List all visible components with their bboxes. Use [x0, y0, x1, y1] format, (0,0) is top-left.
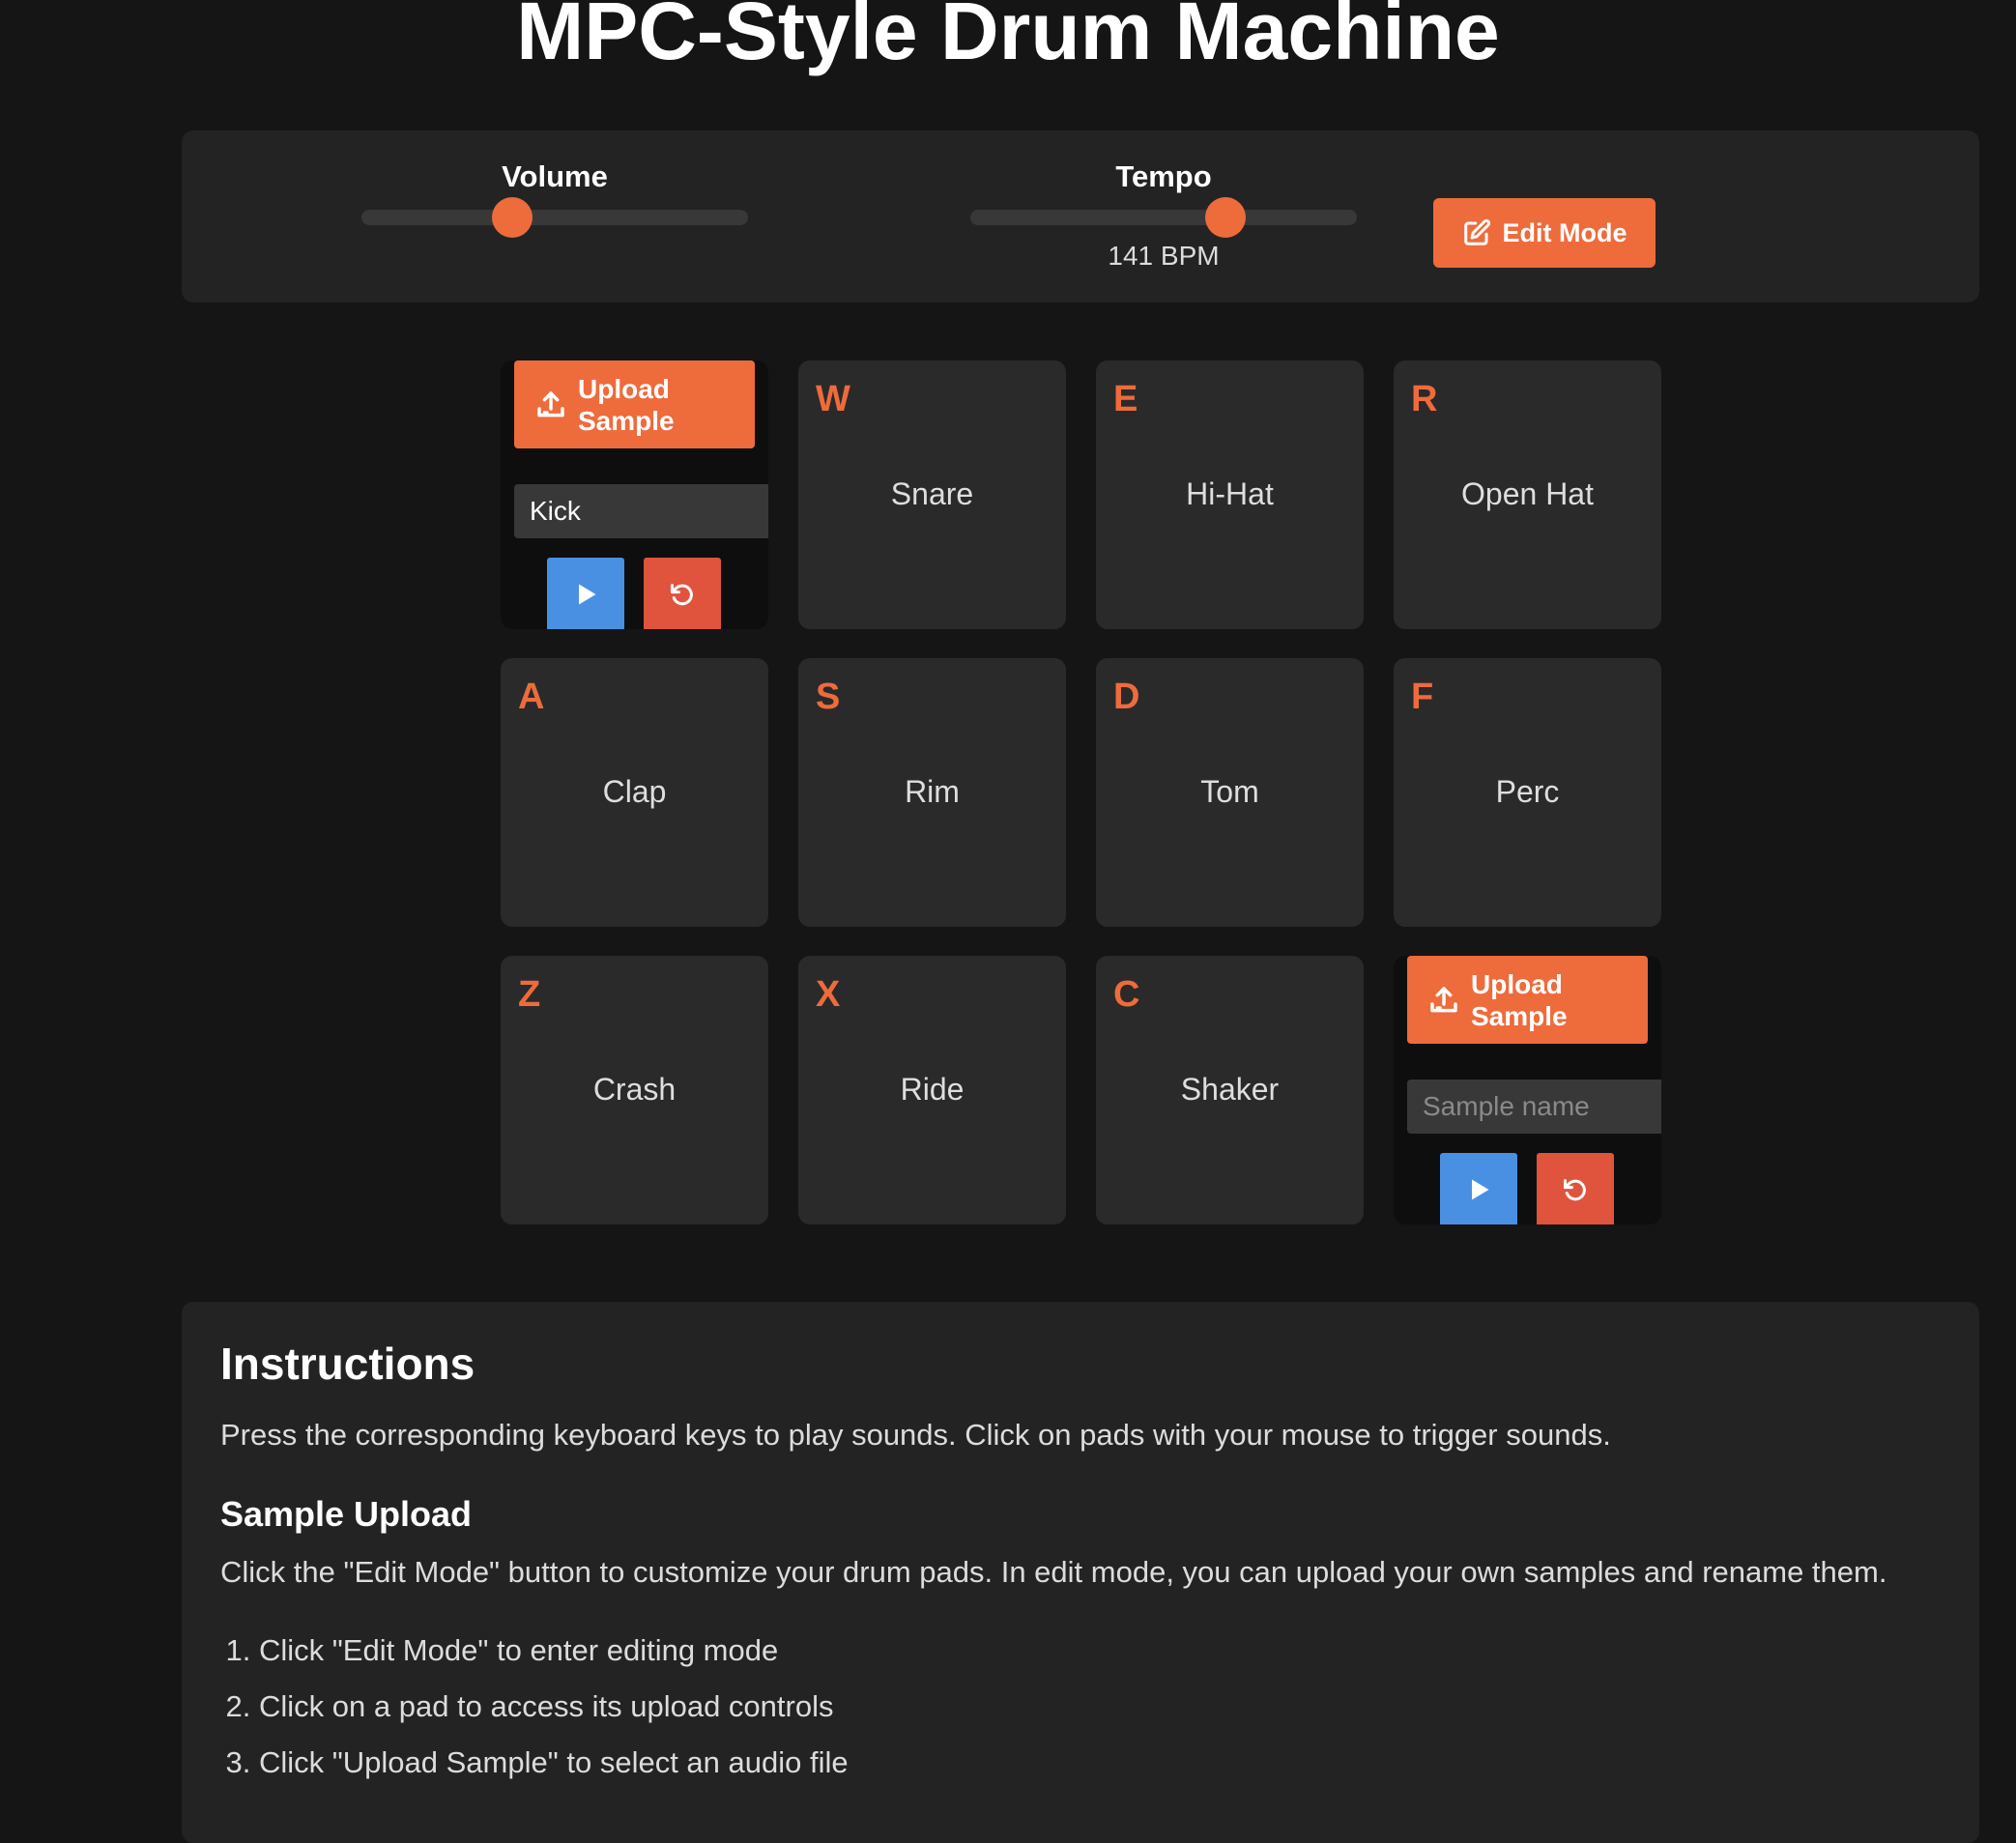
pad-sound-name: Shaker: [1180, 1072, 1280, 1107]
drum-pad-q[interactable]: Upload Sample: [501, 360, 768, 629]
drum-pad-z[interactable]: Z Crash: [501, 956, 768, 1224]
instruction-steps: Click "Edit Mode" to enter editing mode …: [220, 1623, 1941, 1791]
tempo-label: Tempo: [1115, 159, 1212, 193]
pad-sound-name: Open Hat: [1461, 476, 1594, 511]
upload-sample-label: Upload Sample: [578, 373, 675, 436]
instructions-intro: Press the corresponding keyboard keys to…: [220, 1418, 1611, 1452]
volume-control: Volume: [361, 158, 748, 238]
upload-sample-label: Upload Sample: [1471, 968, 1568, 1031]
sample-upload-heading: Sample Upload: [220, 1494, 473, 1534]
play-icon: [579, 584, 596, 605]
upload-sample-button[interactable]: Upload Sample: [1407, 956, 1648, 1044]
drum-pad-s[interactable]: S Rim: [798, 658, 1066, 927]
tempo-slider-thumb[interactable]: [1205, 197, 1246, 238]
upload-sample-button[interactable]: Upload Sample: [514, 360, 755, 448]
pad-sound-name: Perc: [1495, 774, 1560, 809]
pad-key-label: A: [518, 677, 545, 717]
drum-pad-r[interactable]: R Open Hat: [1394, 360, 1661, 629]
drum-pad-a[interactable]: A Clap: [501, 658, 768, 927]
sample-name-input[interactable]: [1407, 1080, 1661, 1134]
undo-icon: [1563, 1179, 1586, 1201]
tempo-slider[interactable]: [970, 197, 1357, 238]
drum-pad-d[interactable]: D Tom: [1096, 658, 1364, 927]
controls-panel: Volume Tempo 141 BPM Edit Mode: [182, 130, 1979, 302]
tempo-value: 141 BPM: [1108, 241, 1220, 271]
preview-play-button[interactable]: [1440, 1153, 1517, 1224]
play-icon: [1472, 1179, 1489, 1200]
volume-slider[interactable]: [361, 197, 748, 238]
preview-play-button[interactable]: [547, 558, 624, 629]
pad-sound-name: Snare: [890, 476, 974, 511]
pad-key-label: F: [1411, 677, 1434, 717]
volume-slider-thumb[interactable]: [492, 197, 533, 238]
pad-sound-name: Ride: [900, 1072, 965, 1107]
drum-pad-c[interactable]: C Shaker: [1096, 956, 1364, 1224]
pad-sound-name: Hi-Hat: [1186, 476, 1274, 511]
page-title: MPC-Style Drum Machine: [516, 0, 1500, 76]
undo-icon: [670, 584, 693, 606]
pad-sound-name: Crash: [592, 1072, 677, 1107]
drum-pad-w[interactable]: W Snare: [798, 360, 1066, 629]
pad-sound-name: Clap: [602, 774, 667, 809]
pad-key-label: X: [816, 974, 841, 1015]
pad-grid: Upload Sample W Snare E Hi-Hat R Open Hat A Clap…: [501, 360, 1661, 1230]
pad-sound-name: Rim: [905, 774, 960, 809]
pad-key-label: Z: [518, 974, 541, 1015]
instructions-panel: Instructions Press the corresponding key…: [182, 1302, 1979, 1843]
pad-key-label: C: [1113, 974, 1140, 1015]
sample-name-input[interactable]: [514, 484, 768, 538]
drum-pad-e[interactable]: E Hi-Hat: [1096, 360, 1364, 629]
edit-mode-button[interactable]: Edit Mode: [1433, 198, 1656, 268]
pad-sound-name: Tom: [1200, 774, 1259, 809]
instruction-step: Click on a pad to access its upload cont…: [259, 1679, 1941, 1735]
pad-key-label: W: [816, 379, 850, 419]
edit-mode-label: Edit Mode: [1502, 217, 1627, 247]
pad-key-label: S: [816, 677, 841, 717]
instruction-step: Click "Upload Sample" to select an audio…: [259, 1735, 1941, 1791]
instructions-heading: Instructions: [220, 1339, 475, 1389]
pad-key-label: R: [1411, 379, 1438, 419]
reset-sample-button[interactable]: [644, 558, 721, 629]
reset-sample-button[interactable]: [1537, 1153, 1614, 1224]
tempo-control: Tempo 141 BPM: [970, 158, 1357, 272]
volume-label: Volume: [502, 159, 608, 193]
pad-key-label: E: [1113, 379, 1138, 419]
drum-pad-v[interactable]: Upload Sample: [1394, 956, 1661, 1224]
sample-upload-text: Click the "Edit Mode" button to customiz…: [220, 1555, 1887, 1589]
drum-pad-f[interactable]: F Perc: [1394, 658, 1661, 927]
instruction-step: Click "Edit Mode" to enter editing mode: [259, 1623, 1941, 1679]
upload-icon: [1430, 986, 1457, 1012]
pad-key-label: D: [1113, 677, 1140, 717]
drum-pad-x[interactable]: X Ride: [798, 956, 1066, 1224]
pen-square-icon: [1463, 218, 1490, 245]
upload-icon: [537, 390, 564, 417]
